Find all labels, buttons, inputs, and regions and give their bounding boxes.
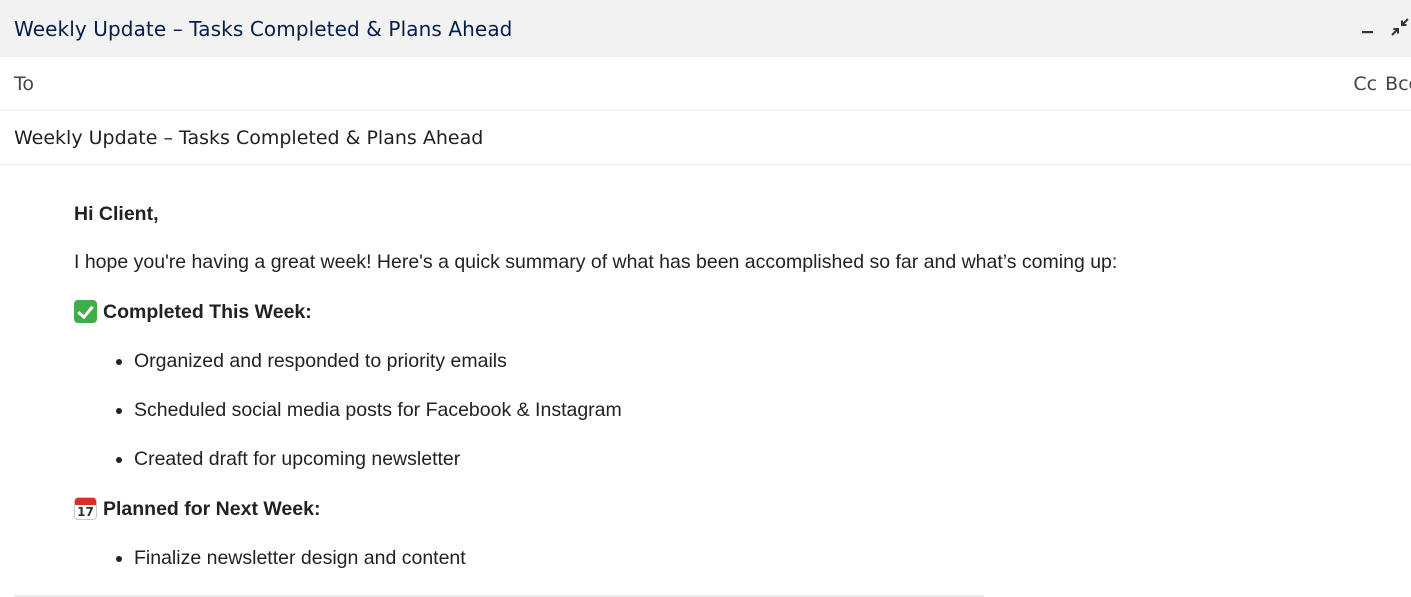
intro-paragraph: I hope you're having a great week! Here'…: [74, 251, 1118, 273]
cc-bcc-links: Cc Bcc: [1353, 73, 1411, 95]
planned-heading-line: 17 Planned for Next Week:: [74, 497, 1411, 520]
minimize-icon: [1362, 31, 1373, 34]
list-item: Organized and responded to priority emai…: [134, 350, 1411, 372]
to-label: To: [14, 72, 35, 95]
to-field[interactable]: To Cc Bcc: [0, 57, 1411, 111]
calendar-header: [75, 498, 96, 505]
compose-window: Weekly Update – Tasks Completed & Plans …: [0, 0, 1411, 597]
list-item: Created draft for upcoming newsletter: [134, 448, 1411, 470]
compose-title-bar[interactable]: Weekly Update – Tasks Completed & Plans …: [0, 0, 1411, 57]
subject-input[interactable]: Weekly Update – Tasks Completed & Plans …: [14, 127, 483, 149]
subject-field[interactable]: Weekly Update – Tasks Completed & Plans …: [0, 111, 1411, 165]
greeting: Hi Client,: [74, 203, 159, 225]
check-mark-icon: [74, 300, 97, 323]
compose-title: Weekly Update – Tasks Completed & Plans …: [14, 16, 513, 41]
minimize-button[interactable]: [1357, 16, 1379, 38]
planned-list: Finalize newsletter design and content: [74, 547, 1411, 569]
exit-fullscreen-icon: [1391, 18, 1409, 36]
completed-heading-line: Completed This Week:: [74, 300, 1411, 323]
list-item: Scheduled social media posts for Faceboo…: [134, 399, 1411, 421]
planned-heading: Planned for Next Week:: [103, 497, 321, 520]
cc-link[interactable]: Cc: [1353, 73, 1377, 95]
message-body[interactable]: Hi Client, I hope you're having a great …: [0, 165, 1411, 569]
bcc-link[interactable]: Bcc: [1385, 73, 1411, 95]
calendar-day: 17: [77, 505, 94, 519]
exit-fullscreen-button[interactable]: [1389, 16, 1411, 38]
completed-list: Organized and responded to priority emai…: [74, 350, 1411, 470]
completed-heading: Completed This Week:: [103, 300, 312, 323]
window-controls: [1357, 16, 1411, 38]
list-item: Finalize newsletter design and content: [134, 547, 1411, 569]
calendar-icon: 17: [74, 497, 97, 520]
